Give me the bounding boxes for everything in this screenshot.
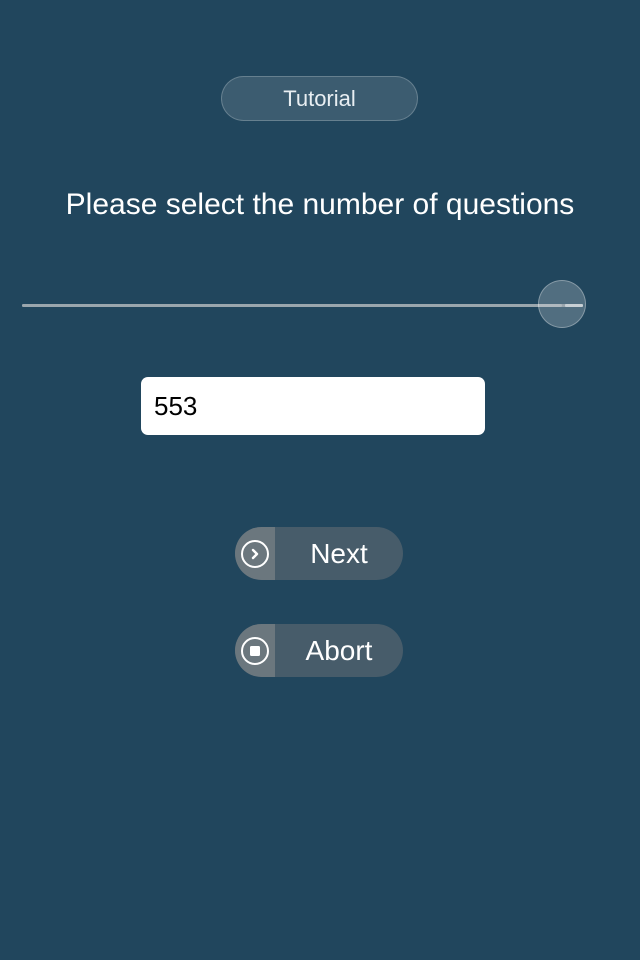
question-count-input[interactable]: [141, 377, 485, 435]
abort-icon-area: [235, 624, 275, 677]
abort-button[interactable]: Abort: [235, 624, 403, 677]
question-count-slider[interactable]: [22, 280, 608, 330]
question-count-prompt: Please select the number of questions: [65, 188, 575, 221]
tutorial-button-label: Tutorial: [283, 85, 356, 111]
stop-circle-icon: [241, 636, 269, 665]
tutorial-button[interactable]: Tutorial: [221, 76, 418, 121]
next-button[interactable]: Next: [235, 527, 403, 580]
slider-fill: [22, 304, 562, 307]
next-button-label: Next: [310, 537, 368, 569]
slider-thumb-mark: [565, 304, 583, 307]
next-icon-area: [235, 527, 275, 580]
chevron-right-circle-icon: [241, 539, 269, 568]
slider-thumb[interactable]: [538, 280, 586, 328]
abort-button-label: Abort: [305, 634, 373, 666]
